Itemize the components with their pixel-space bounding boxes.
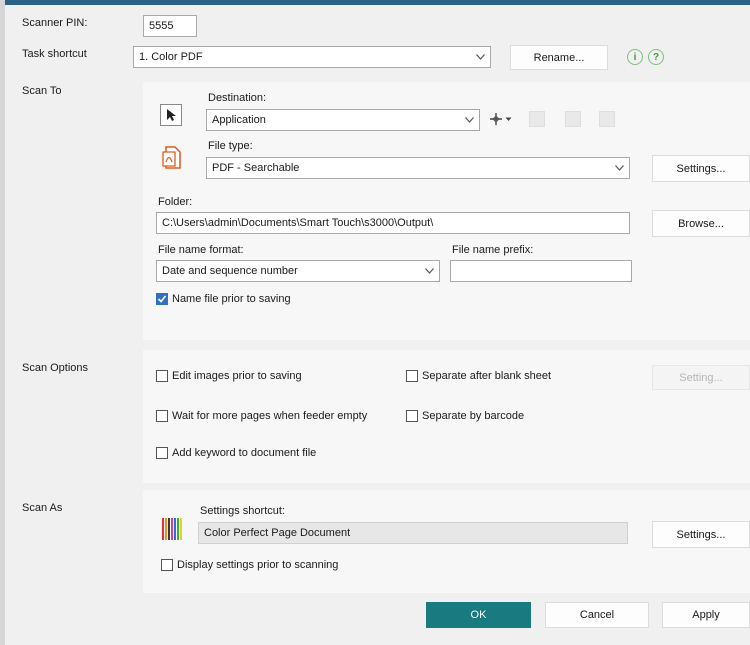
toolbar-button-disabled-2[interactable] bbox=[565, 111, 581, 127]
scan-options-section-label: Scan Options bbox=[22, 362, 89, 374]
file-name-format-combo[interactable]: Date and sequence number bbox=[156, 260, 440, 282]
pdf-file-icon bbox=[162, 146, 182, 173]
scanner-pin-field[interactable]: 5555 bbox=[143, 15, 197, 37]
display-settings-checkbox[interactable]: Display settings prior to scanning bbox=[161, 559, 338, 571]
destination-value: Application bbox=[212, 114, 266, 126]
scanner-pin-label: Scanner PIN: bbox=[22, 17, 88, 29]
file-name-format-value: Date and sequence number bbox=[162, 265, 298, 277]
wait-pages-checkbox[interactable]: Wait for more pages when feeder empty bbox=[156, 410, 367, 422]
toolbar-button-disabled-3[interactable] bbox=[599, 111, 615, 127]
add-destination-icon[interactable] bbox=[489, 110, 519, 128]
chevron-down-icon bbox=[464, 110, 474, 130]
toolbar-button-disabled-1[interactable] bbox=[529, 111, 545, 127]
browse-button[interactable]: Browse... bbox=[652, 210, 750, 237]
file-type-value: PDF - Searchable bbox=[212, 162, 300, 174]
checkbox-icon bbox=[156, 410, 168, 422]
separate-barcode-checkbox[interactable]: Separate by barcode bbox=[406, 410, 524, 422]
info-icon[interactable]: i bbox=[627, 49, 643, 65]
checkbox-icon bbox=[156, 447, 168, 459]
window-left-border bbox=[0, 0, 5, 645]
separate-blank-checkbox[interactable]: Separate after blank sheet bbox=[406, 370, 551, 382]
scan-to-section-label: Scan To bbox=[22, 85, 62, 97]
destination-combo[interactable]: Application bbox=[206, 109, 480, 131]
scan-as-section-label: Scan As bbox=[22, 502, 63, 514]
chevron-down-icon bbox=[424, 261, 434, 281]
cancel-button[interactable]: Cancel bbox=[545, 602, 649, 628]
edit-images-checkbox[interactable]: Edit images prior to saving bbox=[156, 370, 302, 382]
name-file-label: Name file prior to saving bbox=[172, 293, 291, 305]
scan-options-settings-button[interactable]: Setting... bbox=[652, 365, 750, 390]
separate-blank-label: Separate after blank sheet bbox=[422, 370, 552, 382]
window-top-border bbox=[0, 0, 750, 5]
add-keyword-checkbox[interactable]: Add keyword to document file bbox=[156, 447, 316, 459]
wait-pages-label: Wait for more pages when feeder empty bbox=[172, 410, 368, 422]
separate-barcode-label: Separate by barcode bbox=[422, 410, 525, 422]
settings-shortcut-field: Color Perfect Page Document bbox=[198, 522, 628, 544]
display-settings-label: Display settings prior to scanning bbox=[177, 559, 339, 571]
task-shortcut-value: 1. Color PDF bbox=[139, 51, 203, 63]
checkbox-icon bbox=[156, 370, 168, 382]
checkbox-icon bbox=[406, 370, 418, 382]
file-type-settings-button[interactable]: Settings... bbox=[652, 155, 750, 182]
file-name-prefix-label: File name prefix: bbox=[452, 244, 534, 256]
destination-icon bbox=[160, 104, 182, 126]
file-name-prefix-field[interactable] bbox=[450, 260, 632, 282]
checkbox-icon bbox=[161, 559, 173, 571]
file-name-format-label: File name format: bbox=[158, 244, 244, 256]
folder-label: Folder: bbox=[158, 196, 193, 208]
scan-as-settings-button[interactable]: Settings... bbox=[652, 521, 750, 548]
folder-field[interactable]: C:\Users\admin\Documents\Smart Touch\s30… bbox=[156, 212, 630, 234]
checkbox-checked-icon bbox=[156, 293, 168, 305]
name-file-checkbox[interactable]: Name file prior to saving bbox=[156, 293, 291, 305]
settings-shortcut-label: Settings shortcut: bbox=[200, 505, 285, 517]
chevron-down-icon bbox=[614, 158, 624, 178]
task-shortcut-combo[interactable]: 1. Color PDF bbox=[133, 46, 491, 68]
destination-label: Destination: bbox=[208, 92, 267, 104]
edit-images-label: Edit images prior to saving bbox=[172, 370, 302, 382]
chevron-down-icon bbox=[475, 47, 485, 67]
add-keyword-label: Add keyword to document file bbox=[172, 447, 317, 459]
file-type-label: File type: bbox=[208, 140, 253, 152]
help-icon[interactable]: ? bbox=[648, 49, 664, 65]
ok-button[interactable]: OK bbox=[426, 602, 531, 628]
rename-button[interactable]: Rename... bbox=[510, 45, 608, 70]
checkbox-icon bbox=[406, 410, 418, 422]
task-shortcut-label: Task shortcut bbox=[22, 48, 87, 60]
apply-button[interactable]: Apply bbox=[662, 602, 750, 628]
file-type-combo[interactable]: PDF - Searchable bbox=[206, 157, 630, 179]
color-bars-icon bbox=[161, 517, 183, 544]
